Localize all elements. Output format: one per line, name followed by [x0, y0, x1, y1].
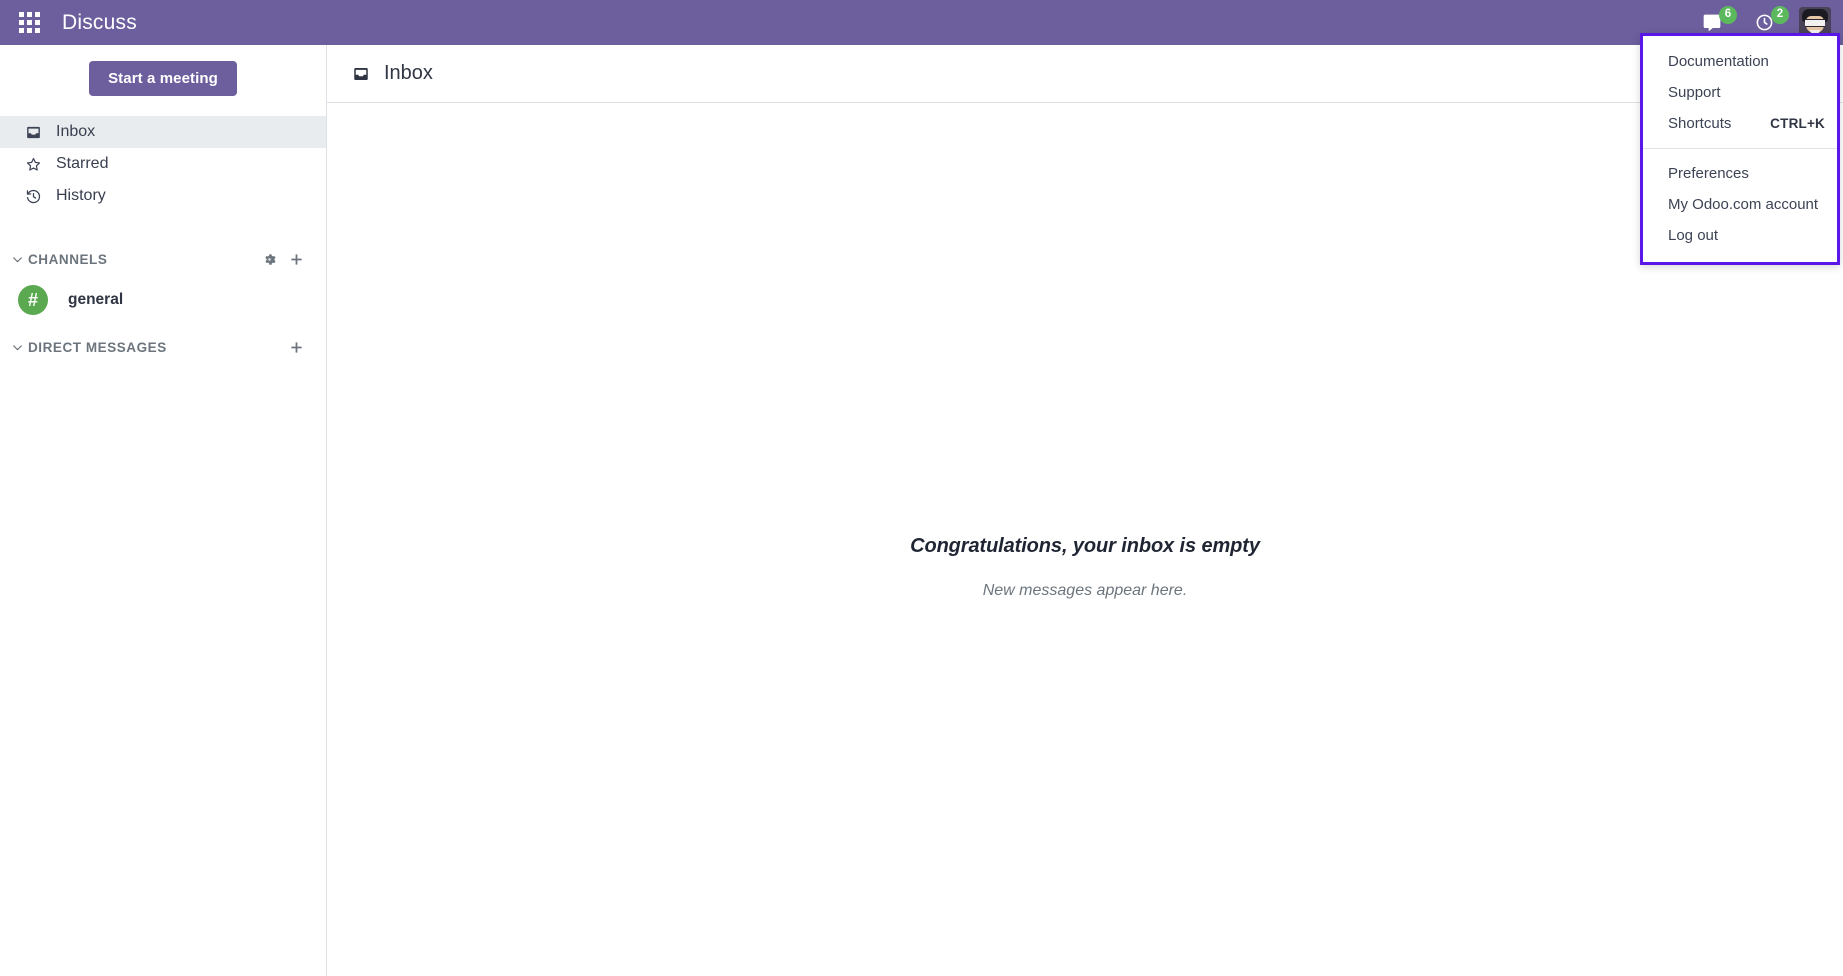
- user-menu-dropdown-inner: Documentation Support Shortcuts CTRL+K P…: [1643, 36, 1837, 262]
- sidebar-nav-list: Inbox Starred History: [0, 116, 326, 212]
- menu-item-label: My Odoo.com account: [1668, 196, 1819, 213]
- inbox-icon: [352, 65, 370, 83]
- menu-item-log-out[interactable]: Log out: [1643, 220, 1837, 251]
- activity-counter-badge: 2: [1771, 6, 1789, 24]
- chevron-down-icon[interactable]: [6, 341, 28, 354]
- menu-item-label: Documentation: [1668, 53, 1769, 70]
- channel-list: # general: [0, 280, 326, 320]
- discuss-main: Inbox Congratulations, your inbox is emp…: [327, 45, 1843, 976]
- star-icon: [24, 156, 42, 173]
- channels-section-actions: [262, 252, 304, 267]
- direct-messages-section-actions: [289, 340, 304, 355]
- start-a-meeting-button[interactable]: Start a meeting: [89, 61, 237, 96]
- empty-state-title: Congratulations, your inbox is empty: [910, 535, 1260, 557]
- inbox-icon: [24, 124, 42, 141]
- channel-hash-avatar: #: [18, 285, 48, 315]
- messaging-counter-badge: 6: [1719, 6, 1737, 24]
- apps-menu-button[interactable]: [10, 4, 48, 42]
- menu-item-label: Shortcuts: [1668, 115, 1732, 132]
- channels-section-header[interactable]: CHANNELS: [0, 246, 326, 272]
- sidebar-item-starred[interactable]: Starred: [0, 148, 326, 180]
- page-title: Inbox: [384, 62, 433, 84]
- app-title: Discuss: [62, 10, 137, 34]
- menu-item-label: Support: [1668, 84, 1721, 101]
- menu-divider: [1643, 148, 1837, 149]
- direct-messages-section: DIRECT MESSAGES: [0, 334, 326, 360]
- gear-icon[interactable]: [262, 252, 277, 267]
- menu-item-preferences[interactable]: Preferences: [1643, 158, 1837, 189]
- sidebar-top: Start a meeting: [0, 45, 326, 116]
- user-menu-dropdown: Documentation Support Shortcuts CTRL+K P…: [1640, 33, 1840, 265]
- menu-item-my-odoo-account[interactable]: My Odoo.com account: [1643, 189, 1837, 220]
- discuss-app: Discuss 6 2 Start a meeting Inbox Starre…: [0, 0, 1843, 976]
- empty-state-subtitle: New messages appear here.: [982, 582, 1188, 599]
- sidebar-item-label: Inbox: [56, 123, 96, 140]
- menu-item-shortcuts[interactable]: Shortcuts CTRL+K: [1643, 108, 1837, 139]
- top-navbar: Discuss 6 2: [0, 0, 1843, 45]
- channel-name: general: [68, 291, 124, 308]
- sidebar-item-label: History: [56, 187, 106, 204]
- thread-body: Congratulations, your inbox is empty New…: [327, 103, 1843, 976]
- menu-item-documentation[interactable]: Documentation: [1643, 46, 1837, 77]
- thread-header: Inbox: [327, 45, 1843, 103]
- sidebar-item-inbox[interactable]: Inbox: [0, 116, 326, 148]
- chevron-down-icon[interactable]: [6, 253, 28, 266]
- channel-item-general[interactable]: # general: [0, 280, 326, 320]
- sidebar-item-history[interactable]: History: [0, 180, 326, 212]
- plus-icon[interactable]: [289, 340, 304, 355]
- channels-section-title: CHANNELS: [28, 251, 108, 267]
- menu-item-label: Log out: [1668, 227, 1719, 244]
- plus-icon[interactable]: [289, 252, 304, 267]
- menu-item-support[interactable]: Support: [1643, 77, 1837, 108]
- channels-section: CHANNELS # general: [0, 246, 326, 320]
- grid-apps-icon: [18, 12, 40, 33]
- history-icon: [24, 188, 42, 205]
- menu-item-label: Preferences: [1668, 165, 1749, 182]
- direct-messages-section-title: DIRECT MESSAGES: [28, 339, 167, 355]
- discuss-sidebar: Start a meeting Inbox Starred History CH…: [0, 45, 327, 976]
- sidebar-item-label: Starred: [56, 155, 109, 172]
- app-body: Start a meeting Inbox Starred History CH…: [0, 45, 1843, 976]
- direct-messages-section-header[interactable]: DIRECT MESSAGES: [0, 334, 326, 360]
- menu-item-shortcut: CTRL+K: [1770, 116, 1825, 131]
